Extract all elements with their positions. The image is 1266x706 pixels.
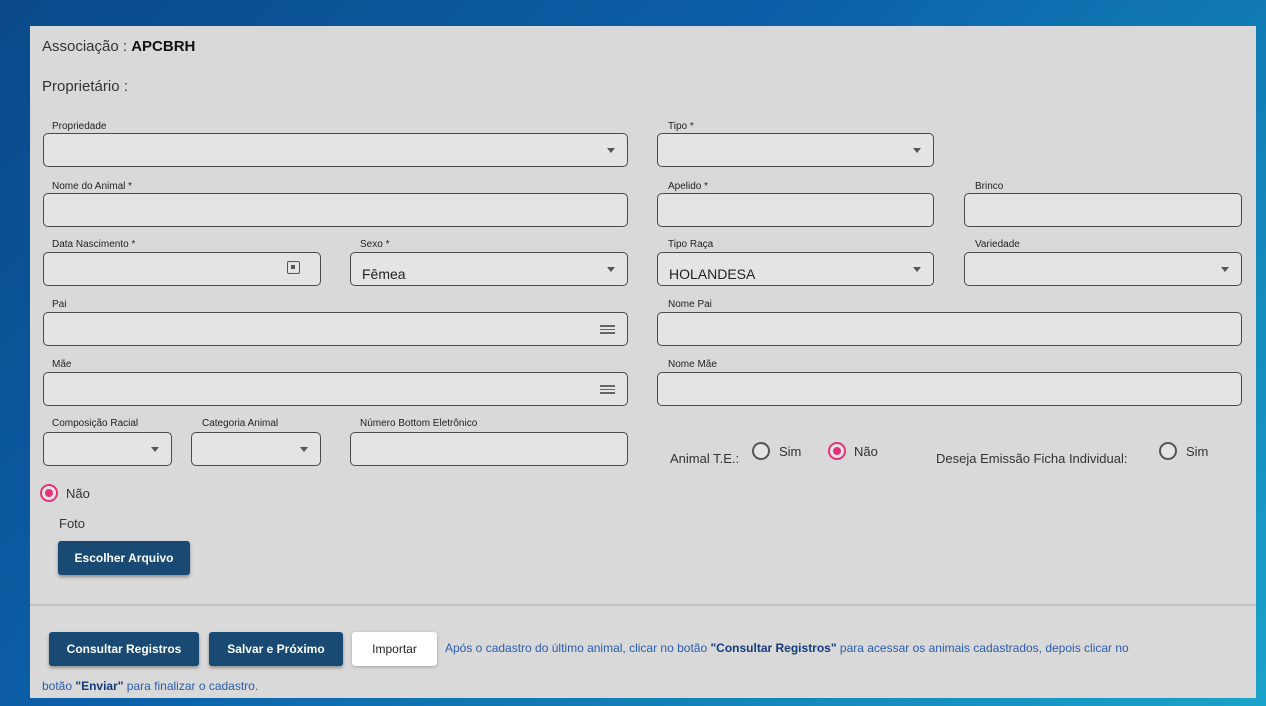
chevron-down-icon xyxy=(300,447,308,452)
ficha-nao-radio[interactable] xyxy=(40,484,58,502)
pai-label: Pai xyxy=(52,299,67,310)
tipo-label: Tipo * xyxy=(668,121,694,132)
divider xyxy=(30,604,1256,606)
ficha-nao-label: Não xyxy=(66,486,90,501)
nome-mae-input[interactable] xyxy=(657,372,1242,406)
proprietario-label: Proprietário : xyxy=(42,78,128,95)
note-bold-1: "Consultar Registros" xyxy=(710,641,837,655)
apelido-input[interactable] xyxy=(657,193,934,227)
apelido-label: Apelido * xyxy=(668,181,709,192)
calendar-icon[interactable] xyxy=(287,261,300,274)
sexo-value: Fêmea xyxy=(362,266,406,282)
animal-te-sim-label: Sim xyxy=(779,444,802,459)
note-text-1: Após o cadastro do último animal, clicar… xyxy=(445,641,711,655)
salvar-proximo-button[interactable]: Salvar e Próximo xyxy=(209,632,343,666)
tipo-raca-label: Tipo Raça xyxy=(668,239,714,250)
nome-mae-label: Nome Mãe xyxy=(668,359,717,370)
animal-te-sim-radio[interactable] xyxy=(752,442,770,460)
ficha-sim-radio[interactable] xyxy=(1159,442,1177,460)
animal-te-nao-label: Não xyxy=(854,444,878,459)
chevron-down-icon xyxy=(607,148,615,153)
tipo-raca-select[interactable]: HOLANDESA xyxy=(657,252,934,286)
nome-animal-label: Nome do Animal * xyxy=(52,181,133,192)
numero-bottom-input[interactable] xyxy=(350,432,628,466)
note-text-4: para finalizar o cadastro. xyxy=(123,679,259,693)
variedade-select[interactable] xyxy=(964,252,1242,286)
animal-te-nao-radio[interactable] xyxy=(828,442,846,460)
mae-label: Mãe xyxy=(52,359,72,370)
chevron-down-icon xyxy=(151,447,159,452)
note-bold-2: "Enviar" xyxy=(75,679,124,693)
animal-te-label: Animal T.E.: xyxy=(670,451,740,466)
propriedade-label: Propriedade xyxy=(52,121,107,132)
escolher-arquivo-button[interactable]: Escolher Arquivo xyxy=(58,541,190,575)
associacao-value: APCBRH xyxy=(131,38,196,55)
importar-button[interactable]: Importar xyxy=(352,632,437,666)
composicao-racial-select[interactable] xyxy=(43,432,172,466)
categoria-animal-label: Categoria Animal xyxy=(202,418,279,429)
sexo-label: Sexo * xyxy=(360,239,390,250)
list-icon[interactable] xyxy=(600,385,615,395)
chevron-down-icon xyxy=(913,267,921,272)
nome-pai-input[interactable] xyxy=(657,312,1242,346)
composicao-racial-label: Composição Racial xyxy=(52,418,139,429)
pai-input[interactable] xyxy=(43,312,628,346)
note-text-2: para acessar os animais cadastrados, dep… xyxy=(836,641,1129,655)
chevron-down-icon xyxy=(607,267,615,272)
data-nascimento-input[interactable] xyxy=(43,252,321,286)
mae-input[interactable] xyxy=(43,372,628,406)
tipo-select[interactable] xyxy=(657,133,934,167)
brinco-label: Brinco xyxy=(975,181,1004,192)
form-panel: Associação : APCBRH Proprietário : Propr… xyxy=(30,26,1256,698)
propriedade-select[interactable] xyxy=(43,133,628,167)
categoria-animal-select[interactable] xyxy=(191,432,321,466)
note-text-3: botão xyxy=(42,679,76,693)
associacao-line: Associação : APCBRH xyxy=(42,38,195,55)
associacao-label: Associação : xyxy=(42,38,128,55)
tipo-raca-value: HOLANDESA xyxy=(669,266,756,282)
nome-pai-label: Nome Pai xyxy=(668,299,712,310)
nome-animal-input[interactable] xyxy=(43,193,628,227)
brinco-input[interactable] xyxy=(964,193,1242,227)
sexo-select[interactable]: Fêmea xyxy=(350,252,628,286)
numero-bottom-label: Número Bottom Eletrônico xyxy=(360,418,478,429)
consultar-registros-button[interactable]: Consultar Registros xyxy=(49,632,199,666)
foto-label: Foto xyxy=(59,516,86,531)
chevron-down-icon xyxy=(913,148,921,153)
ficha-sim-label: Sim xyxy=(1186,444,1209,459)
ficha-individual-label: Deseja Emissão Ficha Individual: xyxy=(936,451,1128,466)
variedade-label: Variedade xyxy=(975,239,1020,250)
instructions-text-continued: botão "Enviar" para finalizar o cadastro… xyxy=(42,678,642,694)
data-nascimento-label: Data Nascimento * xyxy=(52,239,136,250)
instructions-text: Após o cadastro do último animal, clicar… xyxy=(445,640,1245,656)
list-icon[interactable] xyxy=(600,325,615,335)
chevron-down-icon xyxy=(1221,267,1229,272)
